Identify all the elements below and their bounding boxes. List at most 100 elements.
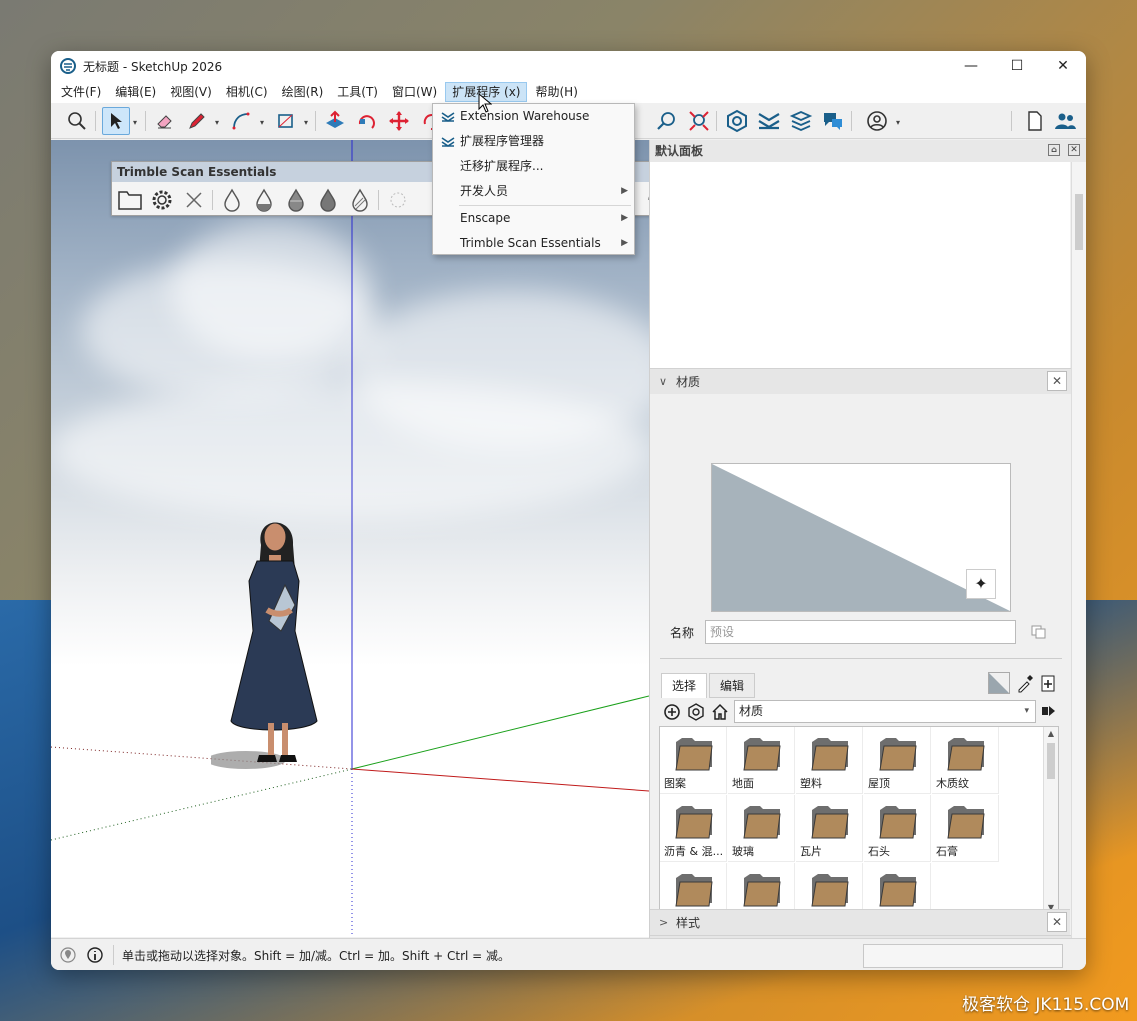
- menu-window[interactable]: 窗口(W): [386, 82, 443, 102]
- scan-select-icon[interactable]: [384, 186, 412, 214]
- material-folder-label: 瓦片: [800, 845, 822, 858]
- chevron-down-icon[interactable]: ▾: [215, 118, 219, 127]
- library-select[interactable]: 材质 ▾: [734, 700, 1036, 723]
- close-icon[interactable]: [180, 186, 208, 214]
- close-icon[interactable]: ✕: [1047, 371, 1067, 391]
- 3d-viewport[interactable]: [51, 140, 649, 937]
- close-button[interactable]: ✕: [1040, 51, 1086, 81]
- account-icon[interactable]: [863, 107, 891, 135]
- material-folder[interactable]: 屋顶: [864, 727, 931, 794]
- maximize-button[interactable]: ☐: [994, 51, 1040, 81]
- gear-icon[interactable]: [148, 186, 176, 214]
- follow-me-icon[interactable]: [353, 107, 381, 135]
- pin-icon[interactable]: ⌂: [1048, 144, 1060, 156]
- submenu-arrow-icon: ▶: [621, 213, 628, 223]
- menu-help[interactable]: 帮助(H): [529, 82, 583, 102]
- drop-full-icon[interactable]: [314, 186, 342, 214]
- push-pull-icon[interactable]: [321, 107, 349, 135]
- chevron-down-icon[interactable]: ▾: [896, 118, 900, 127]
- material-folder[interactable]: 沥青 & 混...: [660, 795, 727, 862]
- chevron-down-icon: ▾: [1024, 706, 1029, 716]
- material-folder-label: 沥青 & 混...: [664, 845, 724, 858]
- material-folder-label: 石头: [868, 845, 890, 858]
- material-grid: 图案 地面 塑料 屋顶 木质纹沥青 & 混... 玻璃 瓦片 石头 石膏 ▲ ▼: [659, 726, 1059, 916]
- grid-scrollbar[interactable]: ▲ ▼: [1043, 727, 1058, 915]
- menu-item-migrate-extensions[interactable]: 迁移扩展程序...: [433, 154, 634, 179]
- material-name-field[interactable]: 预设: [705, 620, 1016, 644]
- material-folder[interactable]: 瓦片: [796, 795, 863, 862]
- duplicate-icon[interactable]: [1031, 625, 1047, 639]
- zoom-icon[interactable]: [653, 107, 681, 135]
- material-folder[interactable]: 地面: [728, 727, 795, 794]
- add-icon[interactable]: [663, 703, 681, 724]
- extension-manager-icon: [441, 137, 455, 147]
- folder-icon: [947, 738, 985, 771]
- drop-mostly-icon[interactable]: [282, 186, 310, 214]
- watermark: 极客软仓 JK115.COM: [962, 995, 1130, 1015]
- details-arrow-icon[interactable]: [1041, 703, 1057, 722]
- chevron-down-icon[interactable]: ▾: [133, 118, 137, 127]
- menu-camera[interactable]: 相机(C): [220, 82, 274, 102]
- move-tool-icon[interactable]: [385, 107, 413, 135]
- zoom-extents-icon[interactable]: [63, 107, 91, 135]
- chat-icon[interactable]: [819, 107, 847, 135]
- layout-send-icon[interactable]: [787, 107, 815, 135]
- create-material-icon[interactable]: [1040, 673, 1056, 696]
- 3d-warehouse-icon[interactable]: [687, 703, 705, 724]
- drop-striped-icon[interactable]: [346, 186, 374, 214]
- menu-tools[interactable]: 工具(T): [331, 82, 384, 102]
- select-tool-icon[interactable]: [102, 107, 130, 135]
- title-bar: 无标题 - SketchUp 2026 — ☐ ✕: [51, 51, 1086, 81]
- menu-item-extension-manager[interactable]: 扩展程序管理器: [433, 129, 634, 154]
- extension-warehouse-icon[interactable]: [755, 107, 783, 135]
- minimize-button[interactable]: —: [948, 51, 994, 81]
- menu-file[interactable]: 文件(F): [55, 82, 107, 102]
- close-icon[interactable]: ✕: [1068, 144, 1080, 156]
- materials-header[interactable]: ∨ 材质: [650, 368, 1071, 394]
- default-material-swatch[interactable]: [988, 672, 1010, 694]
- scroll-up-icon[interactable]: ▲: [1044, 727, 1058, 741]
- menu-item-trimble-scan-essentials[interactable]: Trimble Scan Essentials ▶: [433, 231, 634, 256]
- submenu-arrow-icon: ▶: [621, 238, 628, 248]
- chevron-down-icon[interactable]: ▾: [304, 118, 308, 127]
- arc-tool-icon[interactable]: [227, 107, 255, 135]
- sparkle-icon[interactable]: ✦: [966, 569, 996, 599]
- pencil-icon[interactable]: [183, 107, 211, 135]
- menu-draw[interactable]: 绘图(R): [276, 82, 330, 102]
- tab-select[interactable]: 选择: [661, 673, 707, 698]
- close-icon[interactable]: ✕: [1047, 912, 1067, 932]
- styles-header[interactable]: > 样式: [650, 909, 1070, 935]
- rectangle-tool-icon[interactable]: [272, 107, 300, 135]
- info-icon[interactable]: [86, 946, 104, 967]
- eraser-icon[interactable]: [151, 107, 179, 135]
- new-document-icon[interactable]: [1021, 107, 1049, 135]
- geo-location-icon[interactable]: [59, 946, 77, 967]
- measurements-box[interactable]: [863, 944, 1063, 968]
- tray-scrollbar[interactable]: [1071, 162, 1086, 938]
- menu-view[interactable]: 视图(V): [164, 82, 218, 102]
- submenu-arrow-icon: ▶: [621, 186, 628, 196]
- zoom-extents-red-icon[interactable]: [685, 107, 713, 135]
- material-folder[interactable]: 图案: [660, 727, 727, 794]
- home-icon[interactable]: [711, 703, 729, 724]
- menu-item-developer[interactable]: 开发人员 ▶: [433, 179, 634, 204]
- chevron-down-icon[interactable]: ▾: [260, 118, 264, 127]
- folder-icon[interactable]: [116, 186, 144, 214]
- menu-edit[interactable]: 编辑(E): [109, 82, 162, 102]
- material-folder[interactable]: 石头: [864, 795, 931, 862]
- scrollbar-thumb[interactable]: [1075, 194, 1083, 250]
- eyedropper-icon[interactable]: [1016, 673, 1034, 696]
- folder-icon: [743, 738, 781, 771]
- drop-empty-icon[interactable]: [218, 186, 246, 214]
- material-folder[interactable]: 玻璃: [728, 795, 795, 862]
- menu-item-extension-warehouse[interactable]: Extension Warehouse: [433, 104, 634, 129]
- material-folder[interactable]: 石膏: [932, 795, 999, 862]
- tab-edit[interactable]: 编辑: [709, 673, 755, 698]
- collaborators-icon[interactable]: [1051, 107, 1079, 135]
- scrollbar-thumb[interactable]: [1047, 743, 1055, 779]
- material-folder[interactable]: 木质纹: [932, 727, 999, 794]
- menu-item-enscape[interactable]: Enscape ▶: [433, 206, 634, 231]
- drop-half-icon[interactable]: [250, 186, 278, 214]
- 3d-warehouse-icon[interactable]: [723, 107, 751, 135]
- material-folder[interactable]: 塑料: [796, 727, 863, 794]
